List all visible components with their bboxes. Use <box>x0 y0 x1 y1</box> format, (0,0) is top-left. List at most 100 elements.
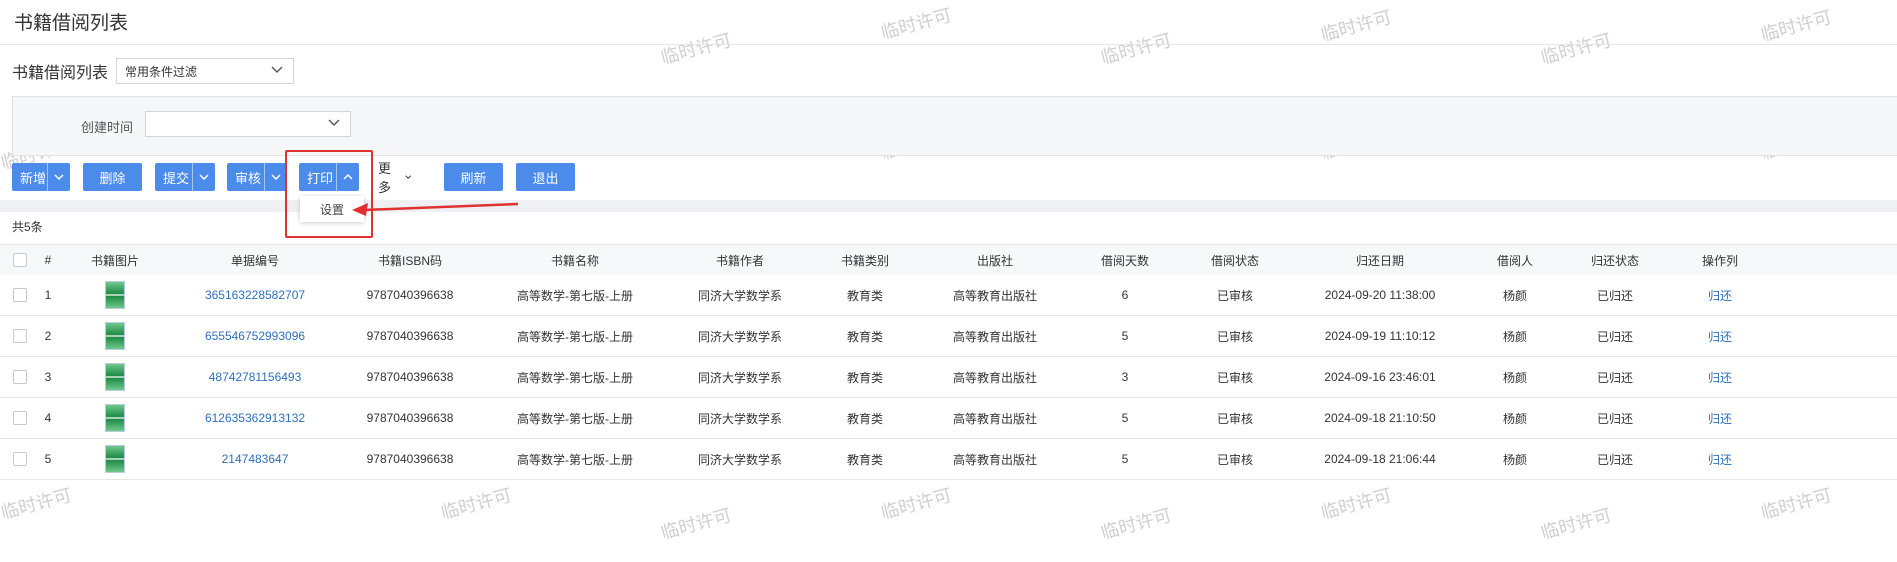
created-time-select[interactable] <box>145 111 351 137</box>
row-checkbox[interactable] <box>10 275 30 315</box>
book-name-cell: 高等数学-第七版-上册 <box>517 452 633 467</box>
table-row: 2 655546752993096 9787040396638 高等数学-第七版… <box>0 316 1897 357</box>
exit-button-label: 退出 <box>532 170 559 186</box>
book-name-cell: 高等数学-第七版-上册 <box>517 329 633 344</box>
return-status-cell: 已归还 <box>1596 411 1633 426</box>
header-index: # <box>44 253 52 267</box>
watermark-text: 临时许可 <box>1758 6 1834 45</box>
watermark-text: 临时许可 <box>438 484 514 523</box>
return-status-cell: 已归还 <box>1596 452 1633 467</box>
header-publisher: 出版社 <box>976 253 1013 268</box>
table-row: 1 365163228582707 9787040396638 高等数学-第七版… <box>0 275 1897 316</box>
return-date-cell: 2024-09-16 23:46:01 <box>1324 370 1436 384</box>
row-checkbox[interactable] <box>10 357 30 397</box>
isbn-cell: 9787040396638 <box>366 370 454 384</box>
chevron-down-icon <box>404 175 411 179</box>
submit-dropdown-toggle[interactable] <box>192 163 215 191</box>
row-index: 2 <box>44 329 52 343</box>
table-row: 3 48742781156493 9787040396638 高等数学-第七版-… <box>0 357 1897 398</box>
doc-no-link[interactable]: 612635362913132 <box>180 398 330 438</box>
filter-row: 书籍借阅列表 常用条件过滤 <box>12 58 295 84</box>
header-actions: 操作列 <box>1701 253 1738 268</box>
filter-label: 书籍借阅列表 <box>12 65 109 82</box>
book-image[interactable] <box>80 275 150 315</box>
add-dropdown-toggle[interactable] <box>47 163 70 191</box>
header-isbn: 书籍ISBN码 <box>377 253 442 268</box>
watermark-text: 临时许可 <box>1098 29 1174 68</box>
isbn-cell: 9787040396638 <box>366 452 454 466</box>
book-cover-thumbnail <box>105 322 125 350</box>
publisher-cell: 高等教育出版社 <box>952 411 1037 426</box>
borrower-cell: 杨颜 <box>1502 288 1527 303</box>
book-name-cell: 高等数学-第七版-上册 <box>517 370 633 385</box>
category-cell: 教育类 <box>846 411 883 426</box>
common-filter-select[interactable]: 常用条件过滤 <box>116 58 295 84</box>
header-book-name: 书籍名称 <box>550 253 599 268</box>
refresh-button[interactable]: 刷新 <box>444 163 503 191</box>
book-image[interactable] <box>80 316 150 356</box>
book-image[interactable] <box>80 357 150 397</box>
status-cell: 已审核 <box>1216 329 1253 344</box>
book-image[interactable] <box>80 398 150 438</box>
return-date-cell: 2024-09-18 21:10:50 <box>1324 411 1436 425</box>
add-button[interactable]: 新增 <box>12 163 70 191</box>
watermark-text: 临时许可 <box>658 504 734 543</box>
row-checkbox[interactable] <box>10 398 30 438</box>
checkbox-box <box>13 253 27 267</box>
isbn-cell: 9787040396638 <box>366 411 454 425</box>
chevron-down-icon <box>54 174 64 181</box>
submit-button[interactable]: 提交 <box>155 163 215 191</box>
return-action-link[interactable]: 归还 <box>1680 316 1760 356</box>
borrower-cell: 杨颜 <box>1502 411 1527 426</box>
book-image[interactable] <box>80 439 150 479</box>
status-cell: 已审核 <box>1216 411 1253 426</box>
category-cell: 教育类 <box>846 370 883 385</box>
more-button[interactable]: 更多 <box>378 161 411 195</box>
watermark-text: 临时许可 <box>0 484 74 523</box>
return-status-cell: 已归还 <box>1596 370 1633 385</box>
chevron-down-icon <box>328 119 340 126</box>
doc-no-link[interactable]: 48742781156493 <box>180 357 330 397</box>
common-filter-select-value: 常用条件过滤 <box>125 65 198 79</box>
return-action-link[interactable]: 归还 <box>1680 398 1760 438</box>
checkbox-box <box>13 370 27 384</box>
category-cell: 教育类 <box>846 288 883 303</box>
delete-button[interactable]: 删除 <box>83 163 142 191</box>
refresh-button-label: 刷新 <box>460 170 487 186</box>
record-count: 共5条 <box>12 220 43 234</box>
exit-button[interactable]: 退出 <box>516 163 575 191</box>
watermark-text: 临时许可 <box>1318 484 1394 523</box>
author-cell: 同济大学数学系 <box>697 411 782 426</box>
watermark-text: 临时许可 <box>1098 504 1174 543</box>
status-cell: 已审核 <box>1216 370 1253 385</box>
select-all-checkbox[interactable] <box>10 245 30 275</box>
borrower-cell: 杨颜 <box>1502 370 1527 385</box>
category-cell: 教育类 <box>846 452 883 467</box>
return-date-cell: 2024-09-19 11:10:12 <box>1324 329 1436 343</box>
status-cell: 已审核 <box>1216 288 1253 303</box>
status-cell: 已审核 <box>1216 452 1253 467</box>
chevron-down-icon <box>271 174 281 181</box>
audit-button[interactable]: 审核 <box>227 163 287 191</box>
row-checkbox[interactable] <box>10 316 30 356</box>
audit-dropdown-toggle[interactable] <box>264 163 287 191</box>
checkbox-box <box>13 329 27 343</box>
borrower-cell: 杨颜 <box>1502 329 1527 344</box>
isbn-cell: 9787040396638 <box>366 329 454 343</box>
return-action-link[interactable]: 归还 <box>1680 357 1760 397</box>
category-cell: 教育类 <box>846 329 883 344</box>
doc-no-link[interactable]: 365163228582707 <box>180 275 330 315</box>
header-author: 书籍作者 <box>715 253 764 268</box>
row-checkbox[interactable] <box>10 439 30 479</box>
book-cover-thumbnail <box>105 404 125 432</box>
doc-no-link[interactable]: 655546752993096 <box>180 316 330 356</box>
book-cover-thumbnail <box>105 445 125 473</box>
table-row: 4 612635362913132 9787040396638 高等数学-第七版… <box>0 398 1897 439</box>
header-return-date: 归还日期 <box>1355 253 1404 268</box>
author-cell: 同济大学数学系 <box>697 452 782 467</box>
header-category: 书籍类别 <box>840 253 889 268</box>
doc-no-link[interactable]: 2147483647 <box>180 439 330 479</box>
return-action-link[interactable]: 归还 <box>1680 439 1760 479</box>
return-action-link[interactable]: 归还 <box>1680 275 1760 315</box>
header-status: 借阅状态 <box>1210 253 1259 268</box>
